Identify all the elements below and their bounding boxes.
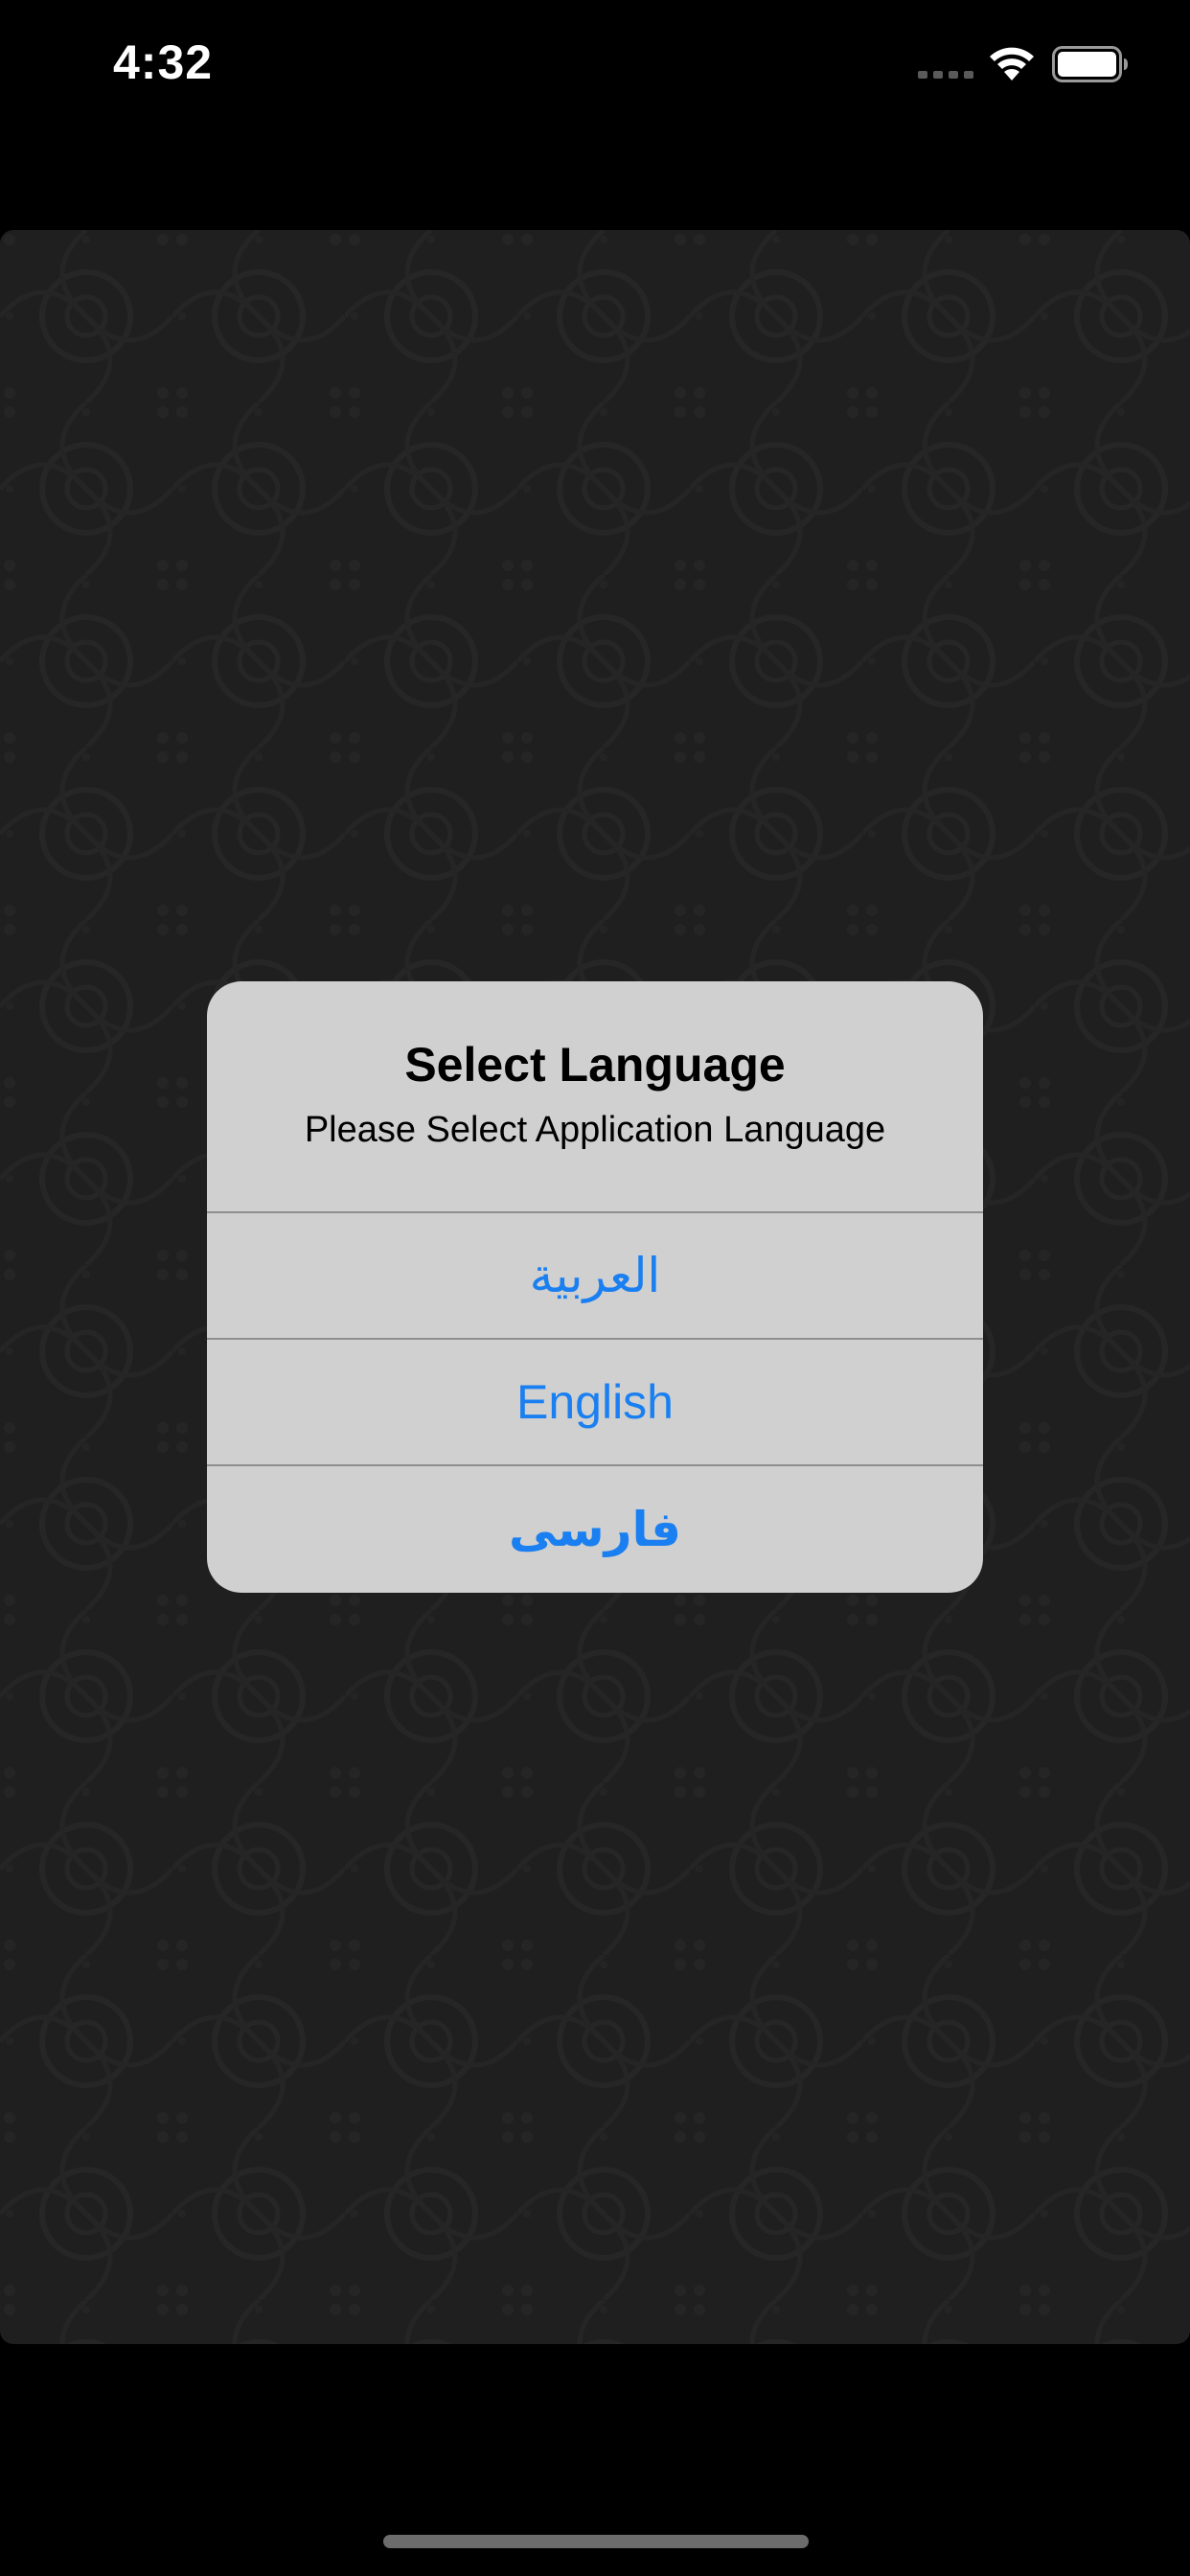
home-indicator[interactable] [383,2535,809,2548]
farsi-language-button[interactable]: فارسی [207,1464,983,1593]
english-language-button[interactable]: English [207,1338,983,1464]
arabic-language-button[interactable]: العربية [207,1211,983,1338]
alert-message: Please Select Application Language [304,1110,886,1150]
status-bar: 4:32 [0,0,1190,134]
battery-icon [1052,46,1128,82]
language-alert-dialog: Select Language Please Select Applicatio… [207,981,983,1593]
alert-header: Select Language Please Select Applicatio… [207,981,983,1211]
alert-title: Select Language [404,1038,786,1092]
cellular-signal-icon [918,71,973,79]
phone-screen: 4:32 Select Language Please Select Appli… [0,0,1190,2576]
status-time: 4:32 [113,35,214,89]
wifi-icon [990,47,1034,80]
